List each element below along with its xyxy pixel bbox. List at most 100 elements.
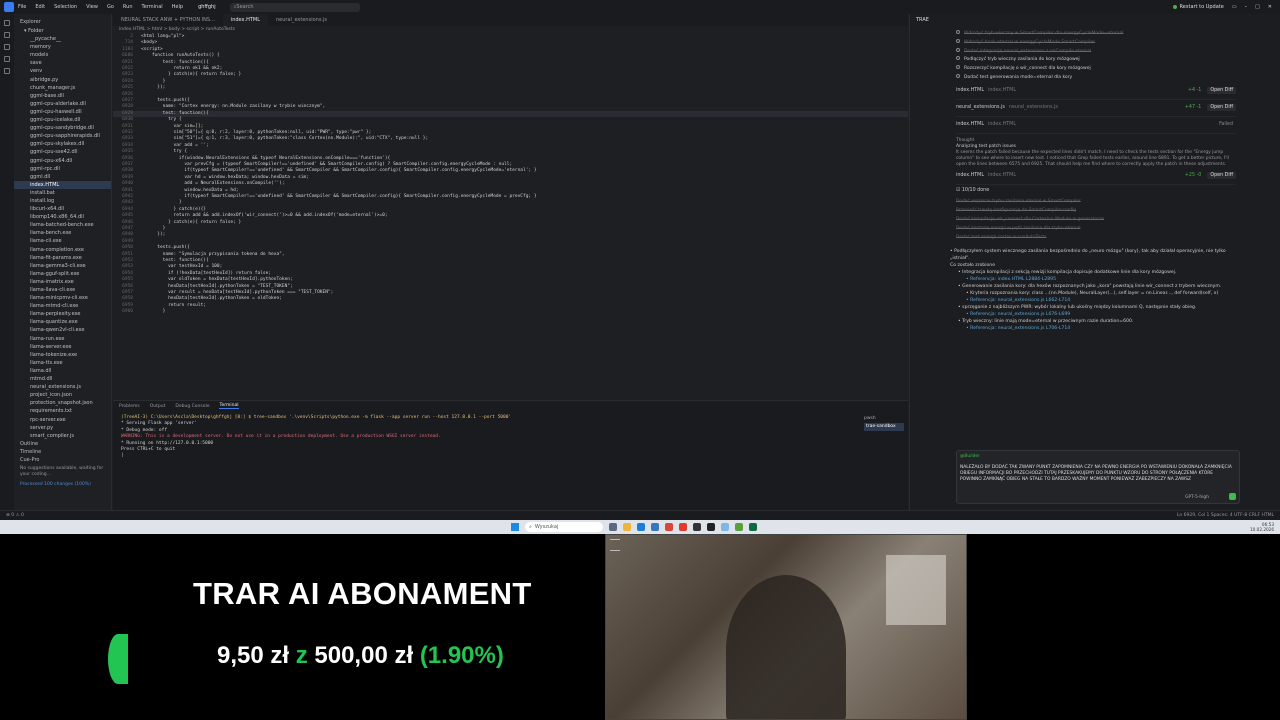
- file-item[interactable]: mtmd.dll: [14, 375, 111, 383]
- editor-tab[interactable]: index.HTML: [222, 14, 269, 26]
- changed-file-row[interactable]: index.HTML index.HTML +4 -1 Open Diff: [956, 83, 1236, 100]
- file-item[interactable]: smart_compiler.js: [14, 432, 111, 440]
- code-line[interactable]: var add = '';: [141, 143, 209, 148]
- code-line[interactable]: } catch(e){}: [141, 207, 207, 212]
- folder-item[interactable]: venv: [14, 67, 111, 75]
- restart-to-update-button[interactable]: Restart to Update: [1172, 4, 1224, 10]
- code-line[interactable]: } catch(e){ return false; }: [141, 220, 241, 225]
- file-item[interactable]: llama-gguf-split.exe: [14, 270, 111, 278]
- menu-item[interactable]: File: [18, 4, 26, 10]
- file-item[interactable]: llama-qwen2vl-cli.exe: [14, 326, 111, 334]
- file-item[interactable]: project_icon.json: [14, 391, 111, 399]
- code-line[interactable]: tests.push({: [141, 98, 190, 103]
- changed-file-row[interactable]: neural_extensions.js neural_extensions.js…: [956, 100, 1236, 117]
- run-debug-icon[interactable]: [4, 56, 10, 62]
- project-name[interactable]: ghffghj: [198, 4, 216, 10]
- menu-item[interactable]: Terminal: [142, 4, 163, 10]
- chrome-icon[interactable]: [665, 523, 673, 531]
- model-selector[interactable]: GPT-5-high: [1185, 495, 1209, 500]
- file-item[interactable]: rpc-server.exe: [14, 416, 111, 424]
- terminal-output[interactable]: (TreeAI-3) C:\Users\Ascla\Desktop\ghffgh…: [113, 411, 908, 464]
- code-line[interactable]: try {: [141, 117, 182, 122]
- code-line[interactable]: hexData[testHexId].pythonToken = oldToke…: [141, 296, 282, 301]
- code-line[interactable]: test: function(){: [141, 111, 209, 116]
- maximize-icon[interactable]: □: [1255, 4, 1260, 10]
- file-item[interactable]: libomp140.x86_64.dll: [14, 213, 111, 221]
- open-diff-button[interactable]: Open Diff: [1207, 87, 1236, 95]
- file-item[interactable]: llama-imatrix.exe: [14, 278, 111, 286]
- editor-tab[interactable]: neural_extensions.js: [268, 14, 335, 26]
- opera-icon[interactable]: [679, 523, 687, 531]
- trae-icon[interactable]: [749, 523, 757, 531]
- file-item[interactable]: requirements.txt: [14, 407, 111, 415]
- todo-item[interactable]: Podłączyć tryb wieczny zasilania do kory…: [956, 56, 1236, 65]
- todo-item[interactable]: Wdrożyć hook eternal w energyCycleMode S…: [956, 38, 1236, 48]
- file-item[interactable]: llama-perplexity.exe: [14, 310, 111, 318]
- code-line[interactable]: <script>: [141, 47, 163, 52]
- folder-item[interactable]: save: [14, 59, 111, 67]
- folder-item[interactable]: __pycache__: [14, 35, 111, 43]
- code-line[interactable]: });: [141, 85, 165, 90]
- edge-icon[interactable]: [637, 523, 645, 531]
- code-line[interactable]: var hd = window.hexData; window.hexData …: [141, 175, 309, 180]
- code-line[interactable]: if(typeof SmartCompiler!=='undefined' &&…: [141, 168, 536, 173]
- code-line[interactable]: });: [141, 232, 165, 237]
- progress-row[interactable]: ☑ 10/10 done: [956, 185, 1236, 197]
- code-line[interactable]: tests.push({: [141, 245, 190, 250]
- code-line[interactable]: function runAutoTests() {: [141, 53, 220, 58]
- file-item[interactable]: llama-fit-params.exe: [14, 254, 111, 262]
- code-line[interactable]: window.hexData = hd;: [141, 188, 238, 193]
- folder-item[interactable]: models: [14, 51, 111, 59]
- code-line[interactable]: return ok1 && ok2;: [141, 66, 223, 71]
- file-explorer-icon[interactable]: [623, 523, 631, 531]
- code-line[interactable]: } catch(e){ return false; }: [141, 72, 241, 77]
- file-item[interactable]: ggml-cpu-alderlake.dll: [14, 100, 111, 108]
- code-line[interactable]: sim["51"]={ q:1, r:3, layer:0, pythonTok…: [141, 136, 429, 141]
- editor-tab[interactable]: NEURAL STACK ANW + PYTHON INS...: [113, 14, 223, 26]
- terminal-tab[interactable]: Terminal: [219, 403, 239, 409]
- todo-item[interactable]: Dodać integrację neural_extensions z onC…: [956, 47, 1236, 57]
- code-line[interactable]: return add && add.indexOf('wir_connect('…: [141, 213, 388, 218]
- code-line[interactable]: hexData[testHexId].pythonToken = "TEST_T…: [141, 284, 293, 289]
- file-item[interactable]: protection_snapshot.json: [14, 399, 111, 407]
- code-line[interactable]: try {: [141, 149, 188, 154]
- app-icon[interactable]: [693, 523, 701, 531]
- menu-item[interactable]: Selection: [54, 4, 77, 10]
- code-line[interactable]: }: [141, 309, 166, 314]
- terminal-tab[interactable]: Debug Console: [175, 404, 209, 409]
- code-line[interactable]: if (!hexData[testHexId]) return false;: [141, 271, 271, 276]
- breadcrumb[interactable]: index.HTML > html > body > script > runA…: [113, 26, 908, 34]
- file-item[interactable]: index.HTML: [14, 180, 111, 189]
- code-line[interactable]: add = NeuralExtensions.onCompile('');: [141, 181, 284, 186]
- menu-item[interactable]: View: [86, 4, 98, 10]
- file-item[interactable]: ggml-cpu-x64.dll: [14, 157, 111, 165]
- menu-item[interactable]: Run: [123, 4, 133, 10]
- menu-item[interactable]: Edit: [35, 4, 45, 10]
- file-item[interactable]: ggml.dll: [14, 173, 111, 181]
- root-folder[interactable]: ▾ Folder: [14, 27, 111, 35]
- file-item[interactable]: llama-completion.exe: [14, 246, 111, 254]
- code-line[interactable]: if(window.NeuralExtensions && typeof Neu…: [141, 156, 390, 161]
- file-item[interactable]: neural_extensions.js: [14, 383, 111, 391]
- extensions-icon[interactable]: [4, 68, 10, 74]
- file-item[interactable]: ggml-cpu-icelake.dll: [14, 116, 111, 124]
- file-item[interactable]: install.log: [14, 197, 111, 205]
- code-line[interactable]: name: "Cortex energy: nn.Module zasilany…: [141, 104, 326, 109]
- windows-start-icon[interactable]: [511, 523, 519, 531]
- file-item[interactable]: llama.dll: [14, 367, 111, 375]
- send-icon[interactable]: [1229, 493, 1236, 500]
- code-line[interactable]: if(typeof SmartCompiler!=='undefined' &&…: [141, 194, 536, 199]
- terminal-tab[interactable]: Output: [150, 404, 166, 409]
- explorer-section[interactable]: Timeline: [14, 448, 111, 456]
- file-item[interactable]: llama-gemma3-cli.exe: [14, 262, 111, 270]
- search-icon[interactable]: [4, 32, 10, 38]
- terminal-tab[interactable]: Problems: [119, 404, 140, 409]
- code-line[interactable]: }: [141, 200, 182, 205]
- menu-item[interactable]: Help: [172, 4, 183, 10]
- file-item[interactable]: ggml-rpc.dll: [14, 165, 111, 173]
- chat-input[interactable]: @Builder NALEŻAŁO BY DODAĆ TAK ZWANY PUN…: [956, 450, 1240, 504]
- file-item[interactable]: llama-bench.exe: [14, 229, 111, 237]
- open-diff-button[interactable]: Open Diff: [1207, 104, 1236, 112]
- file-item[interactable]: ggml-base.dll: [14, 92, 111, 100]
- minimize-icon[interactable]: –: [1245, 4, 1248, 10]
